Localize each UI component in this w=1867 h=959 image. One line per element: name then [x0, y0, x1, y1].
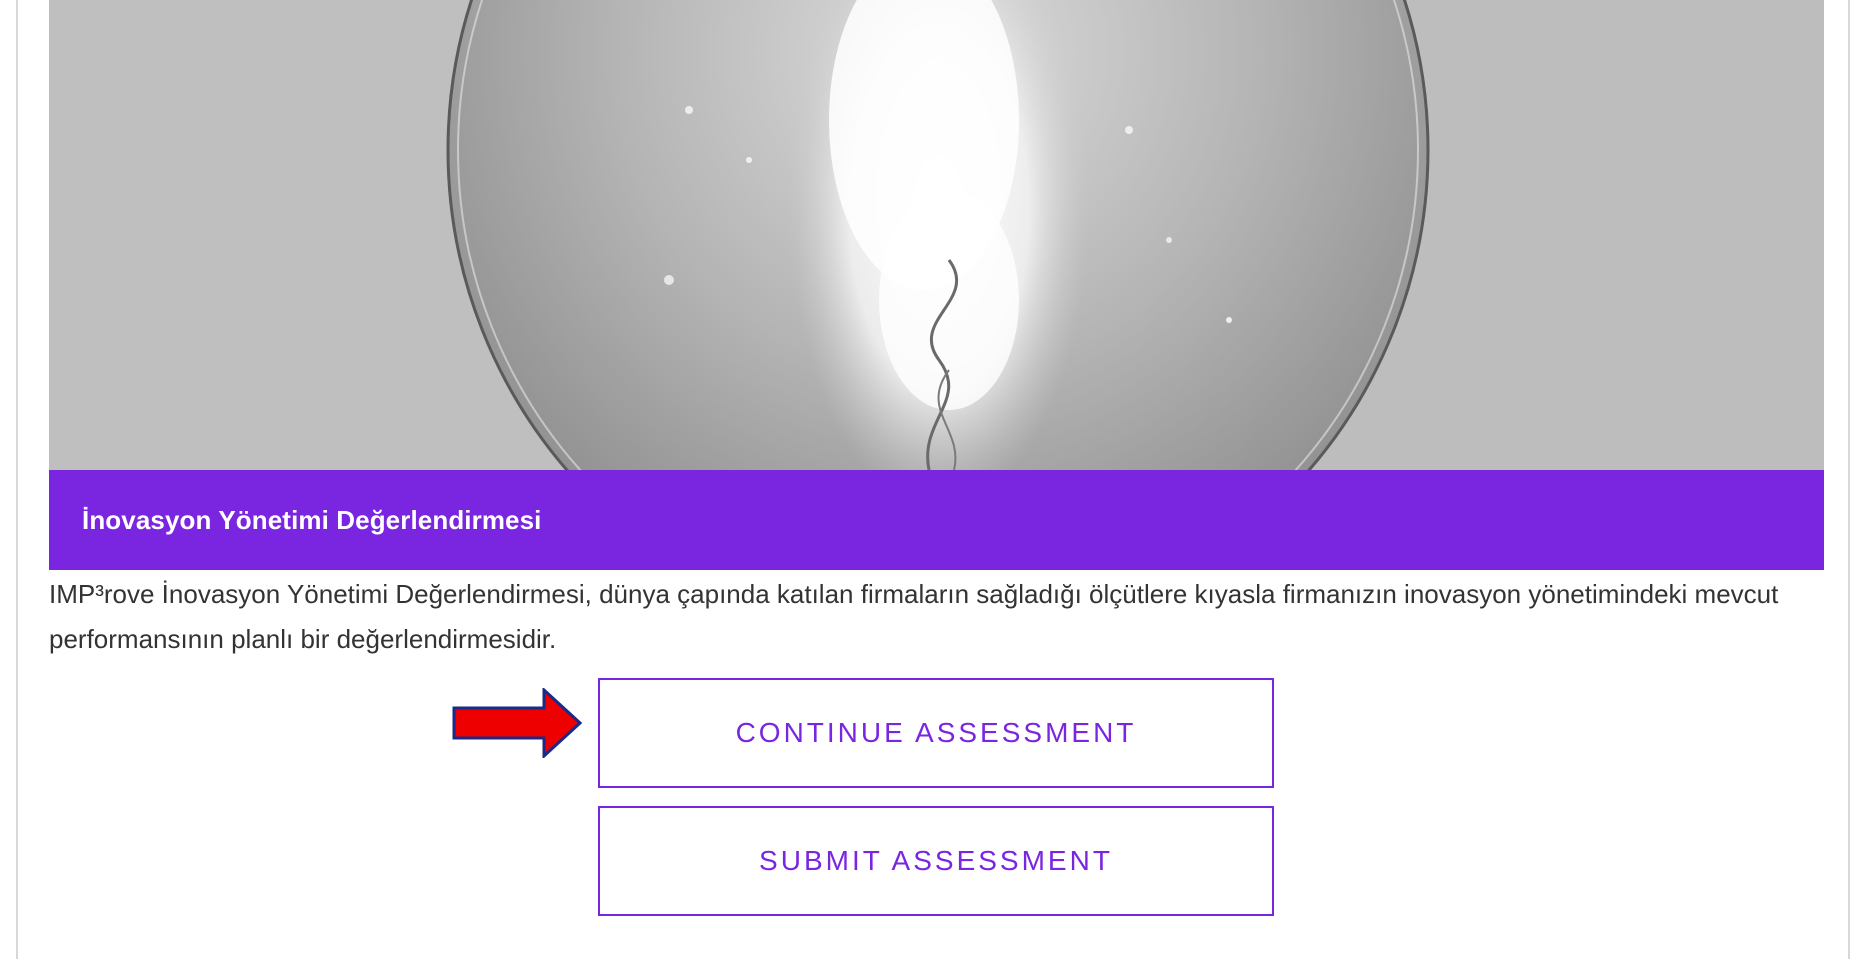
page: İnovasyon Yönetimi Değerlendirmesi IMP³r…: [0, 0, 1867, 959]
right-border: [1848, 0, 1850, 959]
title-banner: İnovasyon Yönetimi Değerlendirmesi: [49, 470, 1824, 570]
red-arrow-icon: [452, 688, 582, 758]
assessment-card: İnovasyon Yönetimi Değerlendirmesi IMP³r…: [49, 0, 1824, 662]
light-bulb-image: [49, 0, 1824, 470]
submit-assessment-button[interactable]: SUBMIT ASSESSMENT: [598, 806, 1274, 916]
hero-image: [49, 0, 1824, 470]
assessment-title: İnovasyon Yönetimi Değerlendirmesi: [82, 504, 542, 535]
assessment-description: IMP³rove İnovasyon Yönetimi Değerlendirm…: [49, 579, 1779, 654]
continue-assessment-button[interactable]: CONTINUE ASSESSMENT: [598, 678, 1274, 788]
left-border: [16, 0, 18, 959]
